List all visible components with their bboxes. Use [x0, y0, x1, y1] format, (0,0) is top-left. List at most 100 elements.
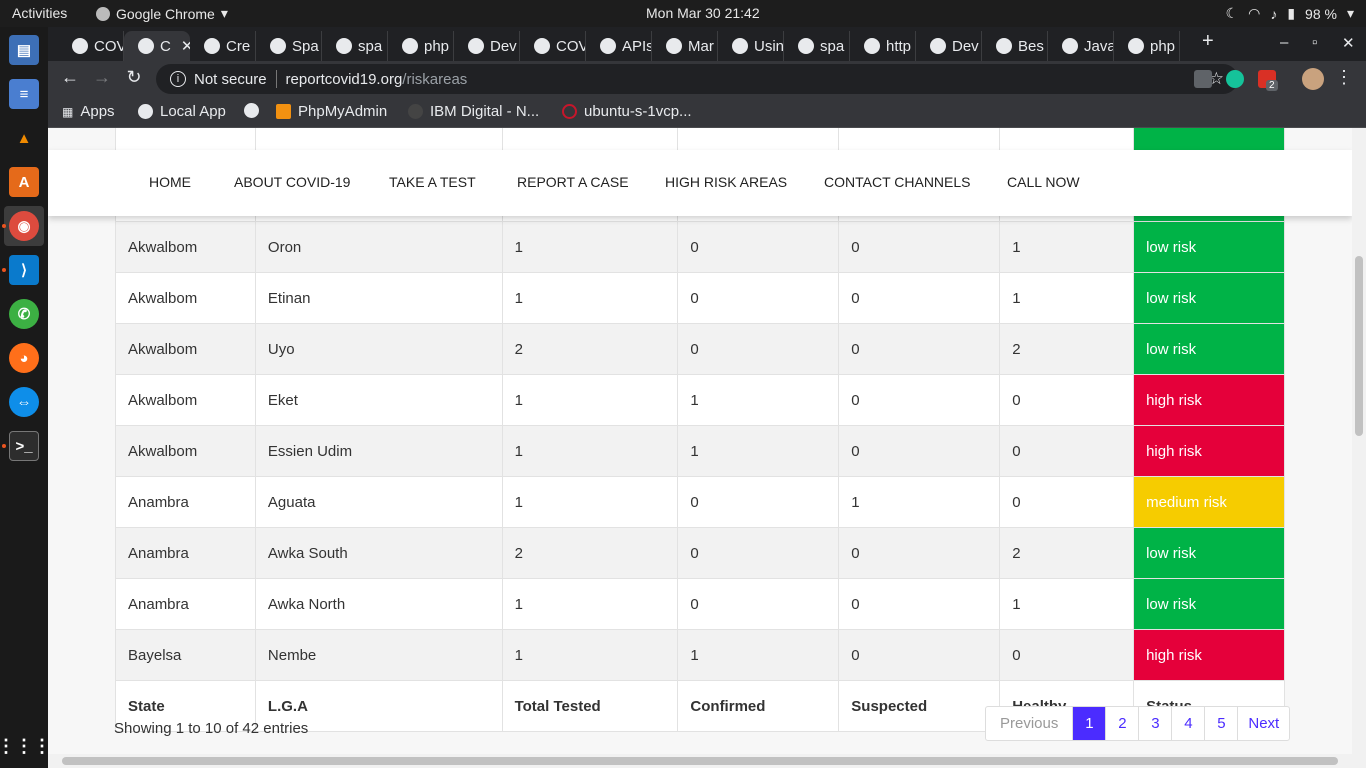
- page-button[interactable]: 2: [1105, 707, 1138, 740]
- menu-kebab-icon[interactable]: ⋮: [1332, 67, 1356, 88]
- table-row: Anambra Awka North 1 0 0 1 low risk: [115, 578, 1285, 630]
- maximize-button[interactable]: ▫: [1312, 34, 1317, 51]
- browser-tab[interactable]: php: [1114, 31, 1180, 61]
- browser-tab[interactable]: Mar: [652, 31, 718, 61]
- scrollbar-thumb[interactable]: [1355, 256, 1363, 436]
- tab-label: COV: [556, 37, 586, 55]
- whatsapp-icon[interactable]: ✆: [9, 299, 39, 329]
- tab-label: spa: [820, 37, 845, 55]
- app-menu[interactable]: Google Chrome ▾: [96, 5, 228, 22]
- terminal-icon[interactable]: >_: [9, 431, 39, 461]
- nav-report-a-case[interactable]: REPORT A CASE: [517, 174, 629, 190]
- nav-home[interactable]: HOME: [149, 174, 191, 190]
- tab-close-icon[interactable]: ✕: [181, 37, 190, 55]
- bookmark-apps[interactable]: ▦ Apps: [62, 103, 115, 120]
- bookmark-untitled[interactable]: [244, 103, 266, 118]
- extension-badge: 2: [1266, 80, 1278, 91]
- bookmark-label: Apps: [80, 103, 115, 120]
- next-button[interactable]: Next: [1237, 707, 1289, 740]
- back-button[interactable]: ←: [58, 67, 82, 88]
- browser-tab[interactable]: Cre: [190, 31, 256, 61]
- grammarly-icon[interactable]: [1226, 70, 1244, 88]
- table-cell: 0: [838, 374, 1001, 426]
- nav-contact-channels[interactable]: CONTACT CHANNELS: [824, 174, 971, 190]
- bookmark-ibm-digital[interactable]: IBM Digital - N...: [408, 103, 539, 120]
- info-icon[interactable]: i: [170, 71, 186, 87]
- table-cell: 2: [999, 527, 1135, 579]
- column-header[interactable]: Suspected: [838, 680, 1001, 732]
- browser-tab[interactable]: C ✕: [124, 31, 190, 61]
- show-applications-icon[interactable]: ⋮⋮⋮: [0, 731, 51, 761]
- nav-take-a-test[interactable]: TAKE A TEST: [389, 174, 476, 190]
- tab-label: Dev: [490, 37, 517, 55]
- table-cell: Aguata: [254, 476, 503, 528]
- forward-button[interactable]: →: [90, 67, 114, 88]
- bookmark-local-app[interactable]: Local App: [138, 103, 226, 120]
- table-row: Akwalbom Eket 1 1 0 0 high risk: [115, 374, 1285, 426]
- software-center-icon[interactable]: A: [9, 167, 39, 197]
- nav-call-now[interactable]: CALL NOW: [1007, 174, 1080, 190]
- previous-button[interactable]: Previous: [986, 707, 1072, 740]
- table-cell: 1: [677, 374, 840, 426]
- teamviewer-icon[interactable]: ⇔: [9, 387, 39, 417]
- table-cell: 1: [999, 221, 1135, 273]
- browser-tab[interactable]: Bes: [982, 31, 1048, 61]
- tab-favicon-icon: [204, 38, 220, 54]
- browser-tab[interactable]: spa: [784, 31, 850, 61]
- clock[interactable]: Mon Mar 30 21:42: [646, 5, 760, 21]
- files-icon[interactable]: ▤: [9, 35, 39, 65]
- tab-favicon-icon: [864, 38, 880, 54]
- browser-tab[interactable]: APIs: [586, 31, 652, 61]
- address-bar[interactable]: i Not secure reportcovid19.org/riskareas…: [156, 64, 1238, 94]
- nav-about-covid[interactable]: ABOUT COVID-19: [234, 174, 350, 190]
- bookmark-ubuntu[interactable]: ubuntu-s-1vcp...: [562, 103, 692, 120]
- column-header[interactable]: Total Tested: [501, 680, 679, 732]
- chrome-icon[interactable]: ◉: [9, 211, 39, 241]
- bookmarks-bar: ▦ Apps Local App PhpMyAdmin IBM Digital …: [48, 97, 1366, 128]
- system-tray[interactable]: ☾ ◠ ♪ ▮ 98 % ▾: [1226, 5, 1354, 22]
- browser-tab[interactable]: http: [850, 31, 916, 61]
- bookmark-label: ubuntu-s-1vcp...: [584, 103, 692, 120]
- close-window-button[interactable]: ✕: [1342, 34, 1355, 52]
- browser-tab[interactable]: Dev: [454, 31, 520, 61]
- browser-tab[interactable]: Java: [1048, 31, 1114, 61]
- tab-label: php: [424, 37, 450, 55]
- table-cell: Nembe: [254, 629, 503, 681]
- browser-tab[interactable]: Dev: [916, 31, 982, 61]
- tab-label: php: [1150, 37, 1176, 55]
- scrollbar-thumb[interactable]: [62, 757, 1338, 765]
- browser-tab[interactable]: COV: [520, 31, 586, 61]
- table-cell: 2: [501, 323, 679, 375]
- bookmark-label: IBM Digital - N...: [430, 103, 540, 120]
- firefox-icon[interactable]: ◕: [9, 343, 39, 373]
- minimize-button[interactable]: –: [1280, 34, 1288, 51]
- tab-label: Dev: [952, 37, 979, 55]
- table-row: Anambra Aguata 1 0 1 0 medium risk: [115, 476, 1285, 528]
- bookmark-phpmyadmin[interactable]: PhpMyAdmin: [276, 103, 387, 120]
- table-cell: 1: [501, 272, 679, 324]
- horizontal-scrollbar[interactable]: [48, 754, 1366, 768]
- browser-tab[interactable]: spa: [322, 31, 388, 61]
- extension-cube-icon[interactable]: [1194, 70, 1212, 88]
- browser-tab[interactable]: php: [388, 31, 454, 61]
- browser-tab[interactable]: Spa: [256, 31, 322, 61]
- vertical-scrollbar[interactable]: [1352, 128, 1366, 754]
- page-button[interactable]: 1: [1072, 707, 1106, 740]
- browser-tab[interactable]: Usin: [718, 31, 784, 61]
- nav-high-risk-areas[interactable]: HIGH RISK AREAS: [665, 174, 787, 190]
- site-nav-menu: HOME ABOUT COVID-19 TAKE A TEST REPORT A…: [48, 150, 1352, 216]
- column-header[interactable]: Confirmed: [677, 680, 840, 732]
- vscode-icon[interactable]: ⟩: [9, 255, 39, 285]
- page-button[interactable]: 3: [1138, 707, 1171, 740]
- chevron-down-icon: ▾: [220, 5, 228, 21]
- browser-tab[interactable]: COV: [58, 31, 124, 61]
- text-editor-icon[interactable]: ≡: [9, 79, 39, 109]
- activities-button[interactable]: Activities: [12, 5, 67, 21]
- avatar[interactable]: [1302, 68, 1324, 90]
- new-tab-button[interactable]: +: [1202, 30, 1214, 53]
- page-button[interactable]: 5: [1204, 707, 1237, 740]
- page-button[interactable]: 4: [1171, 707, 1204, 740]
- tab-favicon-icon: [732, 38, 748, 54]
- vlc-icon[interactable]: ▲: [9, 123, 39, 153]
- reload-button[interactable]: ↻: [122, 67, 146, 88]
